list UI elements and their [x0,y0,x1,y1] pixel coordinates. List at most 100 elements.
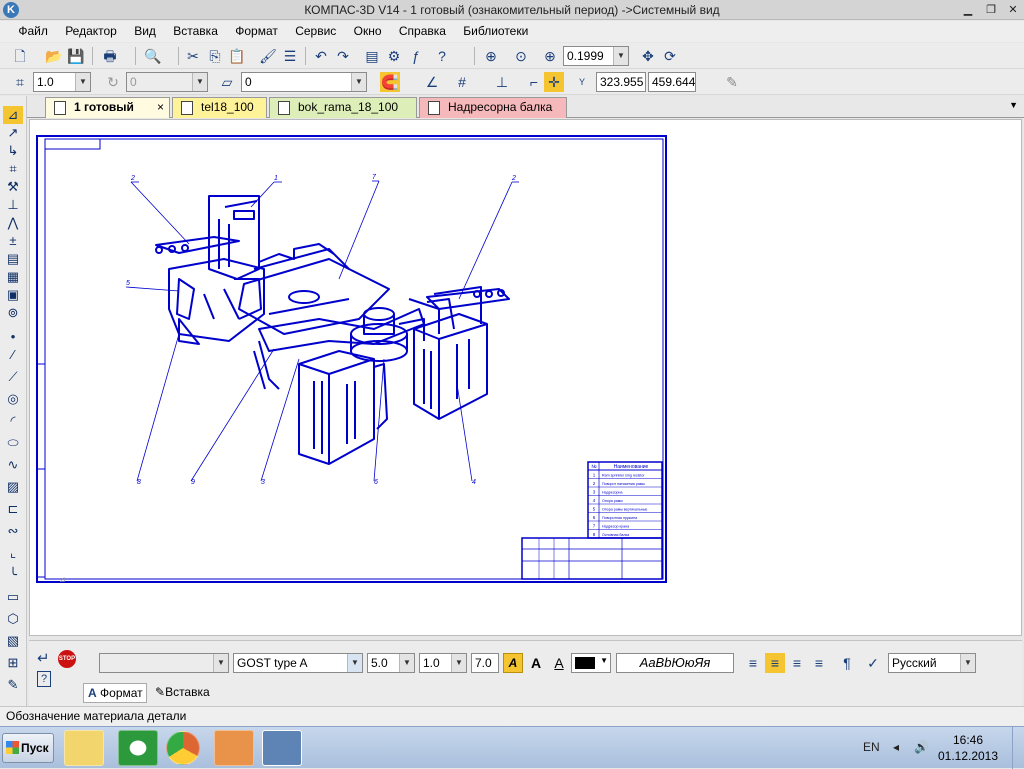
start-button[interactable]: Пуск [2,733,54,763]
parametrization-icon[interactable]: ⚒ [3,178,23,196]
grid-icon[interactable]: # [452,72,472,92]
tab-bok-rama-18-100[interactable]: bok_rama_18_100 [269,97,417,118]
function-icon[interactable]: ƒ [406,46,426,66]
new-document-icon[interactable]: 🗋 [10,46,30,66]
step-field-prop[interactable]: 7.0 [471,653,499,673]
ortho-icon[interactable]: ∠ [422,72,442,92]
orthogonal-mode-icon[interactable]: ⌐ [524,72,544,92]
tab-1-gotovyi[interactable]: 1 готовый × [45,97,170,118]
fill-icon[interactable]: ▨ [3,478,23,496]
properties-icon[interactable]: ☰ [280,46,300,66]
manager-icon[interactable]: ▤ [362,46,382,66]
chevron-down-icon[interactable]: ▼ [75,73,90,91]
rectangle-icon[interactable]: ▭ [3,588,23,606]
reports-icon[interactable]: ▤ [3,250,23,268]
minimize-button[interactable]: ▁ [960,3,976,17]
circle-icon[interactable]: ◎ [3,390,23,408]
preview-icon[interactable]: 🔍 [143,46,163,66]
chevron-down-icon[interactable]: ▼ [600,656,608,665]
stop-icon[interactable]: STOP [58,650,76,668]
create-object-icon[interactable]: ↵ [37,649,50,667]
polygon-icon[interactable]: ⬡ [3,610,23,628]
bold-button[interactable]: A [526,653,546,673]
chevron-down-icon[interactable]: ▼ [613,47,628,65]
editing-icon[interactable]: ⌗ [3,160,23,178]
redo-icon[interactable]: ↷ [333,46,353,66]
variables-icon[interactable]: ⚙ [384,46,404,66]
menu-format[interactable]: Формат [228,21,285,41]
coord-x-field[interactable]: 323.955 [596,72,646,92]
layers-icon[interactable]: ▱ [217,72,237,92]
polyline-icon[interactable]: ⊏ [3,500,23,518]
underline-button[interactable]: A [549,653,569,673]
kompas-taskbar-icon[interactable] [262,730,302,766]
zoom-field[interactable]: 0.1999 ▼ [563,46,629,66]
align-left-icon[interactable]: ≡ [743,653,763,673]
tab-format[interactable]: A Формат [83,683,147,703]
language-indicator[interactable]: EN [863,740,880,754]
tabs-menu-chevron-icon[interactable]: ▼ [1009,100,1018,110]
help-icon[interactable]: ? [37,671,51,687]
chevron-down-icon[interactable]: ▼ [399,654,414,672]
ellipse-icon[interactable]: ⬭ [3,434,23,452]
symbols-icon[interactable]: ↳ [3,142,23,160]
select-icon[interactable]: ⋀ [3,214,23,232]
align-center-icon[interactable]: ≡ [765,653,785,673]
restore-button[interactable]: ❐ [983,3,999,17]
menu-service[interactable]: Сервис [288,21,343,41]
chevron-down-icon[interactable]: ▼ [451,654,466,672]
layers-manager-icon[interactable]: ⊚ [3,304,23,322]
italic-button[interactable]: A [503,653,523,673]
pan-icon[interactable]: ✥ [638,46,658,66]
snap-magnet-icon[interactable]: 🧲 [380,72,400,92]
menu-view[interactable]: Вид [127,21,163,41]
chevron-down-icon[interactable]: ▼ [960,654,975,672]
help-pointer-icon[interactable]: ? [432,46,452,66]
file-explorer-icon[interactable] [64,730,104,766]
geometry-icon[interactable]: ⊿ [3,106,23,124]
zoom-window-icon[interactable]: ⊕ [481,46,501,66]
layer-field[interactable]: 0 ▼ [241,72,367,92]
step-field[interactable]: 1.0 ▼ [33,72,91,92]
notification-arrow-icon[interactable]: ◂ [893,740,899,754]
tab-tel18-100[interactable]: tel18_100 [172,97,267,118]
font-name-field[interactable]: GOST type A ▼ [233,653,363,673]
font-height-field[interactable]: 5.0 ▼ [367,653,415,673]
menu-libraries[interactable]: Библиотеки [456,21,535,41]
segment-icon[interactable]: ⟋ [3,368,23,386]
language-field[interactable]: Русский ▼ [888,653,976,673]
volume-icon[interactable]: 🔊 [914,740,929,754]
fillet-icon[interactable]: ╰ [3,566,23,584]
menu-insert[interactable]: Вставка [166,21,225,41]
bezier-icon[interactable]: ∾ [3,522,23,540]
coord-y-field[interactable]: 459.6446 [648,72,696,92]
tab-close-icon[interactable]: × [157,98,164,117]
hatch-icon[interactable]: ▧ [3,632,23,650]
measure-icon[interactable]: ⊥ [3,196,23,214]
spline-icon[interactable]: ∿ [3,456,23,474]
point-icon[interactable]: • [3,328,23,346]
contour-icon[interactable]: ⊞ [3,654,23,672]
chevron-down-icon[interactable]: ▼ [351,73,366,91]
media-player-icon[interactable] [214,730,254,766]
undo-icon[interactable]: ↶ [311,46,331,66]
step-cursor-icon[interactable]: ⌗ [10,72,30,92]
clock-date[interactable]: 01.12.2013 [936,749,1000,763]
menu-file[interactable]: Файл [11,21,55,41]
apply-params-icon[interactable]: ✎ [722,72,742,92]
copy-icon[interactable]: ⎘ [205,46,225,66]
chrome-icon[interactable] [166,731,200,765]
spellcheck-icon[interactable]: ✓ [863,653,883,673]
zoom-in-icon[interactable]: ⊕ [540,46,560,66]
arc-icon[interactable]: ◜ [3,412,23,430]
paste-icon[interactable]: 📋 [227,46,247,66]
format-brush-icon[interactable]: 🖌 [258,46,278,66]
insert-icon[interactable]: ▦ [3,268,23,286]
refresh-icon[interactable]: ⟳ [660,46,680,66]
narrowing-field[interactable]: 1.0 ▼ [419,653,467,673]
close-button[interactable]: ✕ [1005,3,1021,17]
cut-icon[interactable]: ✂ [183,46,203,66]
view-icon[interactable]: ▣ [3,286,23,304]
round-coords-icon[interactable]: ✛ [544,72,564,92]
show-desktop-button[interactable] [1012,727,1024,769]
